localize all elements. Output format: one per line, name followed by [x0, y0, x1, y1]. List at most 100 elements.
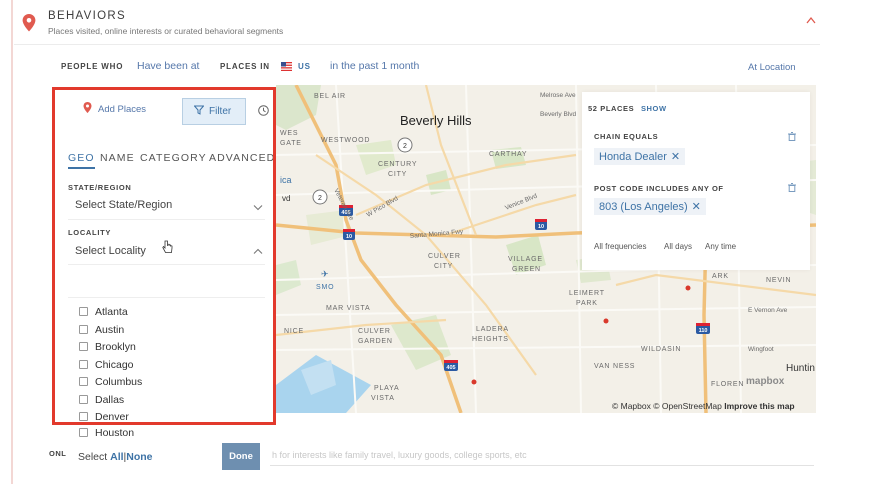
map-label: WESTWOOD — [321, 137, 370, 144]
locality-option[interactable]: Chicago — [79, 359, 134, 371]
tab-category[interactable]: CATEGORY — [140, 152, 207, 164]
locality-option-label: Denver — [95, 411, 129, 423]
checkbox[interactable] — [79, 325, 88, 334]
remove-chip-icon[interactable]: ✕ — [692, 201, 701, 213]
map-label: WILDASIN — [641, 346, 681, 353]
remove-chip-icon[interactable]: ✕ — [671, 151, 680, 163]
locality-select[interactable]: Select Locality — [75, 245, 146, 257]
map-label: FLOREN — [711, 381, 744, 388]
tab-geo[interactable]: GEO — [68, 152, 95, 169]
map-label: VAN NESS — [594, 363, 635, 370]
map-label: LEIMERT — [569, 290, 605, 297]
country-dropdown[interactable]: US — [298, 62, 311, 71]
postcode-condition-label: POST CODE INCLUDES ANY OF — [594, 184, 724, 193]
locality-option[interactable]: Austin — [79, 324, 124, 336]
select-all-none: Select All|None — [78, 451, 153, 463]
at-location-link[interactable]: At Location — [748, 62, 796, 73]
trash-icon[interactable] — [788, 183, 796, 192]
checkbox[interactable] — [79, 307, 88, 316]
locality-option[interactable]: Denver — [79, 411, 129, 423]
map-label: WES — [280, 130, 298, 137]
highway-shield: 405 — [446, 365, 455, 371]
people-who-label: PEOPLE WHO — [61, 62, 124, 71]
select-none-link[interactable]: None — [126, 451, 152, 463]
checkbox[interactable] — [79, 377, 88, 386]
map-city-label: Beverly Hills — [400, 113, 472, 128]
circle-marker: 2 — [403, 143, 407, 150]
time-dropdown[interactable]: Any time — [705, 242, 736, 251]
divider — [68, 264, 265, 265]
show-places-link[interactable]: SHOW — [641, 104, 667, 113]
select-label: Select — [78, 451, 108, 463]
attribution-text: © Mapbox © OpenStreetMap — [612, 401, 722, 411]
days-dropdown[interactable]: All days — [664, 242, 692, 251]
locality-option-label: Chicago — [95, 359, 134, 371]
map-label: Wingfoot — [748, 346, 774, 353]
locality-option[interactable]: Columbus — [79, 376, 142, 388]
filter-panel: Add Places Filter GEO NAME CATEGORY ADVA… — [52, 87, 276, 425]
postcode-chip: 803 (Los Angeles) ✕ — [594, 198, 706, 215]
map-label: Beverly Blvd — [540, 111, 577, 118]
map-label: Melrose Ave — [540, 92, 576, 99]
divider — [68, 219, 265, 220]
locality-option[interactable]: Atlanta — [79, 306, 128, 318]
clock-icon[interactable] — [258, 105, 269, 116]
locality-option[interactable]: Dallas — [79, 394, 124, 406]
timeframe-dropdown[interactable]: in the past 1 month — [330, 60, 419, 72]
state-region-select[interactable]: Select State/Region — [75, 199, 172, 211]
map-label: GARDEN — [358, 338, 393, 345]
chain-chip-label: Honda Dealer — [599, 151, 667, 163]
checkbox[interactable] — [79, 428, 88, 437]
collapse-chevron-icon[interactable] — [806, 16, 816, 24]
locality-option[interactable]: Brooklyn — [79, 341, 136, 353]
filter-button[interactable]: Filter — [182, 98, 246, 125]
map-label: GATE — [280, 140, 302, 147]
hand-cursor-icon — [162, 240, 173, 253]
locality-search-line — [68, 297, 265, 298]
trash-icon[interactable] — [788, 132, 796, 141]
map-label: LADERA — [476, 326, 509, 333]
location-pin-icon — [22, 14, 36, 32]
tab-advanced[interactable]: ADVANCED — [209, 152, 273, 164]
locality-option[interactable]: Houston — [79, 427, 134, 439]
map-label: VILLAGE — [508, 256, 543, 263]
mapbox-logo: mapbox — [746, 376, 785, 387]
map-label: PARK — [576, 300, 598, 307]
online-label: ONL — [49, 449, 67, 458]
locality-option-label: Brooklyn — [95, 341, 136, 353]
filter-tabs: GEO NAME CATEGORY ADVANCED — [68, 152, 273, 169]
checkbox[interactable] — [79, 395, 88, 404]
map-label: SMO — [316, 284, 334, 291]
state-region-label: STATE/REGION — [68, 183, 132, 192]
checkbox[interactable] — [79, 360, 88, 369]
checkbox[interactable] — [79, 342, 88, 351]
add-places-button[interactable]: Add Places — [83, 102, 146, 115]
improve-map-link[interactable]: Improve this map — [724, 401, 794, 411]
chevron-down-icon[interactable] — [253, 204, 263, 211]
circle-marker: 2 — [318, 195, 322, 202]
interest-search-input[interactable]: h for interests like family travel, luxu… — [272, 450, 527, 460]
places-count-header: 52 PLACES SHOW — [588, 104, 667, 113]
locality-option-label: Houston — [95, 427, 135, 439]
chain-chip: Honda Dealer ✕ — [594, 148, 686, 165]
frequency-dropdown[interactable]: All frequencies — [594, 242, 646, 251]
map-label: ica — [280, 175, 292, 185]
divider — [14, 44, 820, 45]
have-been-at-dropdown[interactable]: Have been at — [137, 60, 199, 72]
map-label: BEL AIR — [314, 93, 346, 100]
location-pin-icon — [83, 102, 92, 113]
chevron-up-icon[interactable] — [253, 248, 263, 255]
map-label: GREEN — [512, 266, 541, 273]
map-label: HEIGHTS — [472, 336, 509, 343]
checkbox[interactable] — [79, 412, 88, 421]
tab-name[interactable]: NAME — [100, 152, 135, 164]
map-label: VISTA — [371, 395, 395, 402]
map-label: E Vernon Ave — [748, 307, 788, 314]
done-button[interactable]: Done — [222, 443, 260, 470]
section-title: BEHAVIORS — [48, 10, 126, 22]
places-in-label: PLACES IN — [220, 62, 270, 71]
map-label: CENTURY — [378, 161, 417, 168]
highway-shield: 110 — [699, 328, 708, 334]
select-all-link[interactable]: All — [110, 451, 123, 463]
airport-icon: ✈ — [321, 269, 329, 279]
